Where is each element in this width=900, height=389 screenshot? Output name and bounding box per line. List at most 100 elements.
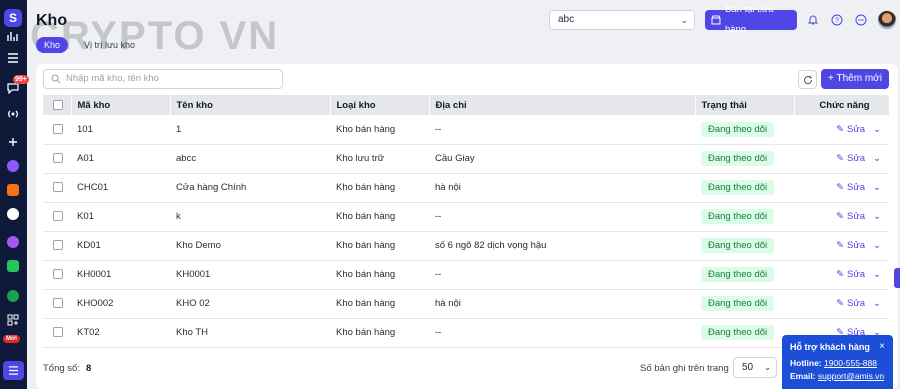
cell-status: Đang theo dõi	[695, 318, 794, 348]
col-header-status[interactable]: Trạng thái	[695, 95, 795, 115]
edit-button[interactable]: Sửa	[847, 298, 865, 309]
row-select-cell[interactable]	[43, 202, 71, 232]
row-checkbox[interactable]	[53, 153, 63, 164]
row-checkbox[interactable]	[53, 327, 63, 338]
status-badge: Đang theo dõi	[701, 325, 775, 340]
broadcast-icon[interactable]	[5, 106, 21, 122]
bell-icon[interactable]	[805, 12, 821, 28]
edit-button[interactable]: Sửa	[847, 124, 865, 135]
row-select-cell[interactable]	[43, 318, 71, 348]
row-select-cell[interactable]	[43, 173, 71, 203]
row-checkbox[interactable]	[53, 298, 63, 309]
col-header-type[interactable]: Loại kho	[330, 95, 430, 115]
row-checkbox[interactable]	[53, 124, 63, 135]
app-dark-icon[interactable]	[5, 206, 21, 222]
pencil-icon[interactable]: ✎	[836, 211, 844, 222]
table-row[interactable]: KH0001 KH0001 Kho bán hàng -- Đang theo dõi ✎…	[43, 260, 889, 290]
cell-address: hà nội	[429, 173, 695, 203]
select-all-cell[interactable]	[43, 95, 72, 115]
per-page-select[interactable]: 50 ⌄	[733, 357, 777, 378]
app-orange-icon[interactable]	[5, 182, 21, 198]
pencil-icon[interactable]: ✎	[836, 153, 844, 164]
pencil-icon[interactable]: ✎	[836, 124, 844, 135]
chevron-down-icon[interactable]: ⌄	[873, 182, 881, 193]
email-link[interactable]: support@amis.vn	[818, 371, 884, 381]
hotline-label: Hotline:	[790, 358, 822, 368]
pencil-icon[interactable]: ✎	[836, 298, 844, 309]
cell-type: Kho bán hàng	[330, 173, 429, 203]
per-page-label: Số bản ghi trên trang	[640, 363, 729, 374]
row-select-cell[interactable]	[43, 231, 71, 261]
table-row[interactable]: KT02 Kho TH Kho bán hàng -- Đang theo dõi ✎ Sử…	[43, 318, 889, 348]
row-checkbox[interactable]	[53, 269, 63, 280]
status-badge: Đang theo dõi	[701, 121, 775, 137]
edit-button[interactable]: Sửa	[847, 240, 865, 251]
pencil-icon[interactable]: ✎	[836, 240, 844, 251]
cell-address: Cầu Giay	[429, 144, 695, 174]
status-badge: Đang theo dõi	[701, 267, 775, 282]
new-badge[interactable]: Mới	[3, 335, 20, 343]
app-logo[interactable]: S	[4, 9, 22, 27]
cell-code: A01	[71, 144, 170, 174]
chevron-down-icon[interactable]: ⌄	[873, 298, 881, 309]
pencil-icon[interactable]: ✎	[836, 182, 844, 193]
col-header-code[interactable]: Mã kho	[71, 95, 171, 115]
app-violet-icon[interactable]	[5, 234, 21, 250]
chevron-down-icon[interactable]: ⌄	[873, 240, 881, 251]
app-purple-icon[interactable]	[5, 158, 21, 174]
app-lime-icon[interactable]	[5, 288, 21, 304]
table-row[interactable]: KHO002 KHO 02 Kho bán hàng hà nội Đang theo …	[43, 289, 889, 319]
row-checkbox[interactable]	[53, 182, 63, 193]
menu-icon[interactable]	[3, 361, 24, 380]
chevron-down-icon[interactable]: ⌄	[873, 153, 881, 164]
apps-grid-icon[interactable]	[5, 312, 21, 328]
table-row[interactable]: CHC01 Cửa hàng Chính Kho bán hàng hà nội Đan…	[43, 173, 889, 203]
status-badge: Đang theo dõi	[701, 296, 775, 311]
avatar[interactable]	[877, 10, 897, 30]
edit-button[interactable]: Sửa	[847, 182, 865, 193]
edit-button[interactable]: Sửa	[847, 269, 865, 280]
sell-at-store-button[interactable]: Bán tại cửa hàng	[705, 4, 797, 35]
pencil-icon[interactable]: ✎	[836, 269, 844, 280]
cell-code: K01	[71, 202, 170, 232]
row-checkbox[interactable]	[53, 240, 63, 251]
col-header-address[interactable]: Địa chỉ	[429, 95, 696, 115]
close-icon[interactable]: ×	[879, 341, 885, 352]
table-row[interactable]: K01 k Kho bán hàng -- Đang theo dõi ✎ Sửa ⌄	[43, 202, 889, 232]
refresh-button[interactable]	[798, 70, 817, 89]
chevron-down-icon[interactable]: ⌄	[873, 269, 881, 280]
more-icon[interactable]	[853, 12, 869, 28]
help-icon[interactable]: ?	[829, 12, 845, 28]
cell-type: Kho bán hàng	[330, 260, 429, 290]
edit-button[interactable]: Sửa	[847, 211, 865, 222]
row-select-cell[interactable]	[43, 289, 71, 319]
row-checkbox[interactable]	[53, 211, 63, 222]
cell-name: KH0001	[170, 260, 330, 290]
row-select-cell[interactable]	[43, 260, 71, 290]
select-all-checkbox[interactable]	[53, 99, 63, 110]
plus-icon[interactable]	[5, 134, 21, 150]
table-row[interactable]: 101 1 Kho bán hàng -- Đang theo dõi ✎ Sửa ⌄	[43, 115, 889, 145]
app-green-icon[interactable]	[5, 258, 21, 274]
search-input[interactable]: Nhập mã kho, tên kho	[43, 69, 283, 89]
add-new-button[interactable]: + Thêm mới	[821, 69, 889, 89]
edit-button[interactable]: Sửa	[847, 153, 865, 164]
row-select-cell[interactable]	[43, 115, 71, 145]
col-header-name[interactable]: Tên kho	[170, 95, 331, 115]
store-select[interactable]: abc ⌄	[549, 10, 695, 30]
table-row[interactable]: A01 abcc Kho lưu trữ Cầu Giay Đang theo dõi ✎…	[43, 144, 889, 174]
hotline-link[interactable]: 1900-555-888	[824, 358, 877, 368]
tab-vi-tri-luu-kho[interactable]: Vị trí lưu kho	[84, 37, 135, 53]
watermark: CRYPTO VN	[30, 14, 280, 58]
side-panel-toggle[interactable]	[894, 268, 900, 288]
table-row[interactable]: KD01 Kho Demo Kho bán hàng số 6 ngõ 82 dịch…	[43, 231, 889, 261]
chart-icon[interactable]	[5, 28, 21, 44]
chevron-down-icon[interactable]: ⌄	[873, 211, 881, 222]
cell-type: Kho bán hàng	[330, 231, 429, 261]
chevron-down-icon[interactable]: ⌄	[873, 124, 881, 135]
warehouse-card: Nhập mã kho, tên kho + Thêm mới Mã kho T…	[36, 64, 898, 389]
row-select-cell[interactable]	[43, 144, 71, 174]
tab-kho[interactable]: Kho	[36, 37, 69, 53]
list-icon[interactable]	[5, 50, 21, 66]
cell-address: hà nội	[429, 289, 695, 319]
